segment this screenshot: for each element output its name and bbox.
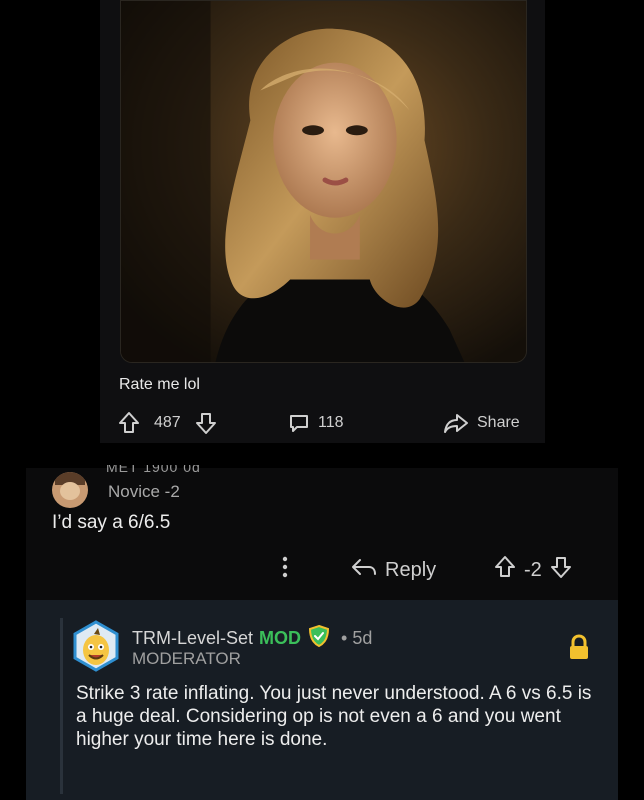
more-button[interactable] [281,554,289,586]
upvote-icon[interactable] [494,555,516,585]
mod-role: MODERATOR [132,649,241,668]
comments-button[interactable]: 118 [288,408,344,438]
comment-body: I’d say a 6/6.5 [52,512,171,533]
post-card: Rate me lol 487 118 Share [100,0,545,443]
thread-line[interactable] [60,618,63,794]
share-label: Share [477,414,520,431]
reply-label: Reply [385,558,437,581]
avatar[interactable] [52,472,88,508]
mod-reply-body: Strike 3 rate inflating. You just never … [76,683,592,750]
comment: MET 1900 0d Novice -2 I’d say a 6/6.5 Re… [26,465,618,600]
downvote-icon[interactable] [550,555,572,585]
screenshot-stage: Rate me lol 487 118 Share MET 1900 0d No… [0,0,644,800]
comment-vote-group: -2 [494,554,572,586]
comment-actions: Reply -2 [26,554,618,586]
lock-icon [568,634,590,665]
share-icon [443,412,469,434]
comment-score: -2 [524,558,542,581]
share-button[interactable]: Share [443,408,520,438]
mod-avatar[interactable] [70,620,122,672]
shield-icon [307,624,331,653]
comment-count: 118 [318,414,344,431]
mod-username[interactable]: TRM-Level-Set [132,628,253,649]
upvote-icon[interactable] [118,411,140,435]
post-actions: 487 118 Share [118,408,528,438]
user-flair: Novice -2 [108,482,180,501]
comment-icon [288,412,310,434]
downvote-icon[interactable] [195,411,217,435]
post-image[interactable] [120,0,527,363]
vote-group: 487 [118,408,217,438]
mod-tag: MOD [259,628,302,648]
reply-button[interactable]: Reply [351,554,436,586]
portrait-illustration [121,1,526,362]
reply-icon [351,557,377,583]
more-icon [281,555,289,585]
comment-age: • 5d [341,628,373,648]
comment-username[interactable]: MET 1900 0d [106,465,201,473]
post-title[interactable]: Rate me lol [119,376,200,394]
mod-reply: TRM-Level-Set MOD • 5d MODERATOR Strike … [26,600,618,800]
upvote-count: 487 [154,414,181,431]
